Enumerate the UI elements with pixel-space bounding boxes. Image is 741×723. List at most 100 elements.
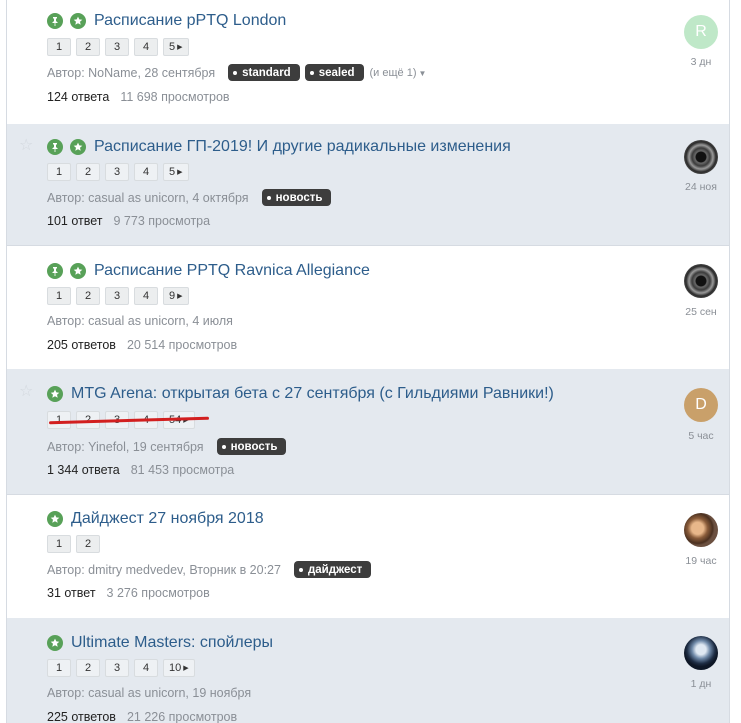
tag-badge[interactable]: sealed xyxy=(304,64,364,81)
topic-list: Расписание pPTQ London 1 2 3 4 5 ▶ Автор:… xyxy=(6,0,730,723)
page-link[interactable]: 4 xyxy=(134,163,158,181)
views-count: 3 276 просмотров xyxy=(106,586,210,600)
last-page-link[interactable]: 5 ▶ xyxy=(163,38,189,56)
caret-right-icon: ▶ xyxy=(177,293,183,300)
page-link[interactable]: 1 xyxy=(47,287,71,305)
star-icon xyxy=(70,263,86,279)
author-line: Автор: casual as unicorn, 19 ноября xyxy=(47,686,252,700)
topic-title-link[interactable]: Ultimate Masters: спойлеры xyxy=(71,634,273,652)
pagination: 1 2 3 4 9 ▶ xyxy=(47,287,194,305)
more-tags-toggle[interactable]: (и ещё 1) ▼ xyxy=(370,67,427,79)
tag-badge[interactable]: standard xyxy=(228,64,300,81)
topic-meta: Автор: NoName, 28 сентября standard seal… xyxy=(47,64,426,81)
topic-meta: Автор: casual as unicorn, 4 октября ново… xyxy=(47,189,332,206)
pin-icon xyxy=(47,139,63,155)
last-page-link[interactable]: 5 ▶ xyxy=(163,163,189,181)
page-link[interactable]: 3 xyxy=(105,659,129,677)
views-count: 9 773 просмотра xyxy=(113,214,211,228)
topic-stats: 205 ответов 20 514 просмотров xyxy=(47,338,237,352)
page-link[interactable]: 4 xyxy=(134,659,158,677)
tag-badge[interactable]: дайджест xyxy=(293,561,372,578)
topic-title-line: Дайджест 27 ноября 2018 xyxy=(47,510,264,528)
star-outline-icon[interactable]: ☆ xyxy=(19,384,33,400)
avatar[interactable]: R xyxy=(684,15,718,49)
last-post-time[interactable]: 25 сен xyxy=(671,306,729,318)
tag-badge[interactable]: новость xyxy=(261,189,332,206)
page-link[interactable]: 1 xyxy=(47,659,71,677)
page-number: 10 xyxy=(169,662,182,674)
page-number: 5 xyxy=(169,166,176,178)
topic-title-link[interactable]: Расписание pPTQ London xyxy=(94,12,286,30)
last-post-time[interactable]: 3 дн xyxy=(671,56,729,68)
star-icon xyxy=(47,386,63,402)
page-link[interactable]: 4 xyxy=(134,38,158,56)
topic-title-link[interactable]: MTG Arena: открытая бета с 27 сентября (… xyxy=(71,385,554,403)
page-link[interactable]: 2 xyxy=(76,38,100,56)
author-line: Автор: NoName, 28 сентября xyxy=(47,65,216,80)
page-link[interactable]: 2 xyxy=(76,287,100,305)
replies-count: 1 344 ответа xyxy=(47,463,120,477)
pagination: 1 2 3 4 5 ▶ xyxy=(47,163,194,181)
page-link[interactable]: 2 xyxy=(76,163,100,181)
last-page-link[interactable]: 9 ▶ xyxy=(163,287,189,305)
page-link[interactable]: 1 xyxy=(47,535,71,553)
topic-stats: 101 ответ 9 773 просмотра xyxy=(47,214,210,228)
page-link[interactable]: 3 xyxy=(105,163,129,181)
topic-stats: 31 ответ 3 276 просмотров xyxy=(47,586,210,600)
caret-right-icon: ▶ xyxy=(177,169,183,176)
chevron-down-icon: ▼ xyxy=(418,68,427,78)
page-link[interactable]: 1 xyxy=(47,163,71,181)
caret-right-icon: ▶ xyxy=(183,665,189,672)
star-icon xyxy=(47,511,63,527)
page-link[interactable]: 3 xyxy=(105,287,129,305)
page-link[interactable]: 4 xyxy=(134,287,158,305)
pagination: 1 2 3 4 10 ▶ xyxy=(47,659,200,677)
page-number: 5 xyxy=(169,41,176,53)
caret-right-icon: ▶ xyxy=(177,44,183,51)
avatar[interactable] xyxy=(684,636,718,670)
page-link[interactable]: 2 xyxy=(76,535,100,553)
replies-count: 205 ответов xyxy=(47,338,116,352)
topic-row: ☆ MTG Arena: открытая бета с 27 сентября… xyxy=(7,369,729,495)
topic-stats: 124 ответа 11 698 просмотров xyxy=(47,90,230,104)
topic-meta: Автор: casual as unicorn, 19 ноября xyxy=(47,686,251,700)
avatar[interactable] xyxy=(684,264,718,298)
last-page-link[interactable]: 10 ▶ xyxy=(163,659,195,677)
topic-row: ☆ Расписание ГП-2019! И другие радикальн… xyxy=(7,124,729,246)
topic-title-line: Расписание pPTQ London xyxy=(47,12,286,30)
views-count: 81 453 просмотра xyxy=(130,463,235,477)
last-post-time[interactable]: 1 дн xyxy=(671,678,729,690)
page-number: 9 xyxy=(169,290,176,302)
author-line: Автор: Yinefol, 19 сентября xyxy=(47,439,204,454)
avatar[interactable] xyxy=(684,140,718,174)
topic-title-line: Расписание ГП-2019! И другие радикальные… xyxy=(47,138,511,156)
author-line: Автор: casual as unicorn, 4 июля xyxy=(47,314,233,328)
topic-meta: Автор: casual as unicorn, 4 июля xyxy=(47,314,233,328)
page-link[interactable]: 3 xyxy=(105,38,129,56)
star-icon xyxy=(47,635,63,651)
views-count: 11 698 просмотров xyxy=(120,90,230,104)
pagination: 1 2 3 4 5 ▶ xyxy=(47,38,194,56)
topic-title-link[interactable]: Дайджест 27 ноября 2018 xyxy=(71,510,264,528)
star-icon xyxy=(70,13,86,29)
topic-row: Дайджест 27 ноября 2018 1 2 Автор: dmitr… xyxy=(7,494,729,619)
page-link[interactable]: 1 xyxy=(47,38,71,56)
star-icon xyxy=(70,139,86,155)
avatar[interactable]: D xyxy=(684,388,718,422)
replies-count: 31 ответ xyxy=(47,586,96,600)
topic-title-link[interactable]: Расписание ГП-2019! И другие радикальные… xyxy=(94,138,511,156)
last-post-time[interactable]: 5 час xyxy=(671,430,729,442)
topic-stats: 225 ответов 21 226 просмотров xyxy=(47,710,237,723)
last-post-time[interactable]: 19 час xyxy=(671,555,729,567)
replies-count: 124 ответа xyxy=(47,90,110,104)
pin-icon xyxy=(47,263,63,279)
replies-count: 225 ответов xyxy=(47,710,116,723)
page-link[interactable]: 2 xyxy=(76,659,100,677)
topic-row: Ultimate Masters: спойлеры 1 2 3 4 10 ▶ А… xyxy=(7,618,729,723)
avatar[interactable] xyxy=(684,513,718,547)
topic-title-link[interactable]: Расписание PPTQ Ravnica Allegiance xyxy=(94,262,370,280)
star-outline-icon[interactable]: ☆ xyxy=(19,138,33,154)
tag-badge[interactable]: новость xyxy=(216,438,287,455)
replies-count: 101 ответ xyxy=(47,214,103,228)
last-post-time[interactable]: 24 ноя xyxy=(671,181,729,193)
